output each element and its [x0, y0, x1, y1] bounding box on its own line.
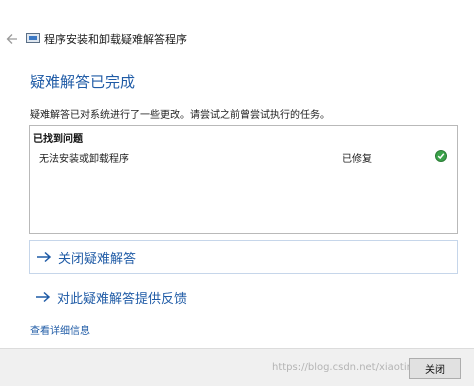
view-details-link[interactable]: 查看详细信息 — [30, 322, 90, 337]
arrow-right-icon — [35, 291, 53, 303]
green-check-icon — [435, 150, 447, 162]
footer-bar: https://blog.csdn.net/xiaoting_48 关闭 — [0, 348, 474, 386]
troubleshooter-app-icon — [26, 33, 40, 43]
back-button[interactable] — [2, 30, 22, 48]
problems-found-header: 已找到问题 — [33, 134, 83, 145]
page-heading: 疑难解答已完成 — [30, 73, 136, 91]
feedback-label: 对此疑难解答提供反馈 — [57, 291, 188, 307]
close-troubleshooter-link[interactable]: 关闭疑难解答 — [29, 240, 458, 274]
problem-name: 无法安装或卸载程序 — [39, 154, 129, 165]
close-troubleshooter-label: 关闭疑难解答 — [58, 251, 137, 267]
description-text: 疑难解答已对系统进行了一些更改。请尝试之前曾尝试执行的任务。 — [30, 110, 330, 121]
arrow-right-icon — [36, 251, 54, 263]
feedback-link[interactable]: 对此疑难解答提供反馈 — [29, 282, 458, 312]
problems-found-panel: 已找到问题 无法安装或卸载程序 已修复 — [29, 125, 458, 234]
problem-row: 无法安装或卸载程序 已修复 — [30, 146, 457, 166]
close-button[interactable]: 关闭 — [409, 358, 461, 379]
window-title: 程序安装和卸载疑难解答程序 — [44, 33, 187, 46]
problem-status: 已修复 — [342, 154, 372, 165]
back-arrow-icon — [6, 34, 17, 44]
